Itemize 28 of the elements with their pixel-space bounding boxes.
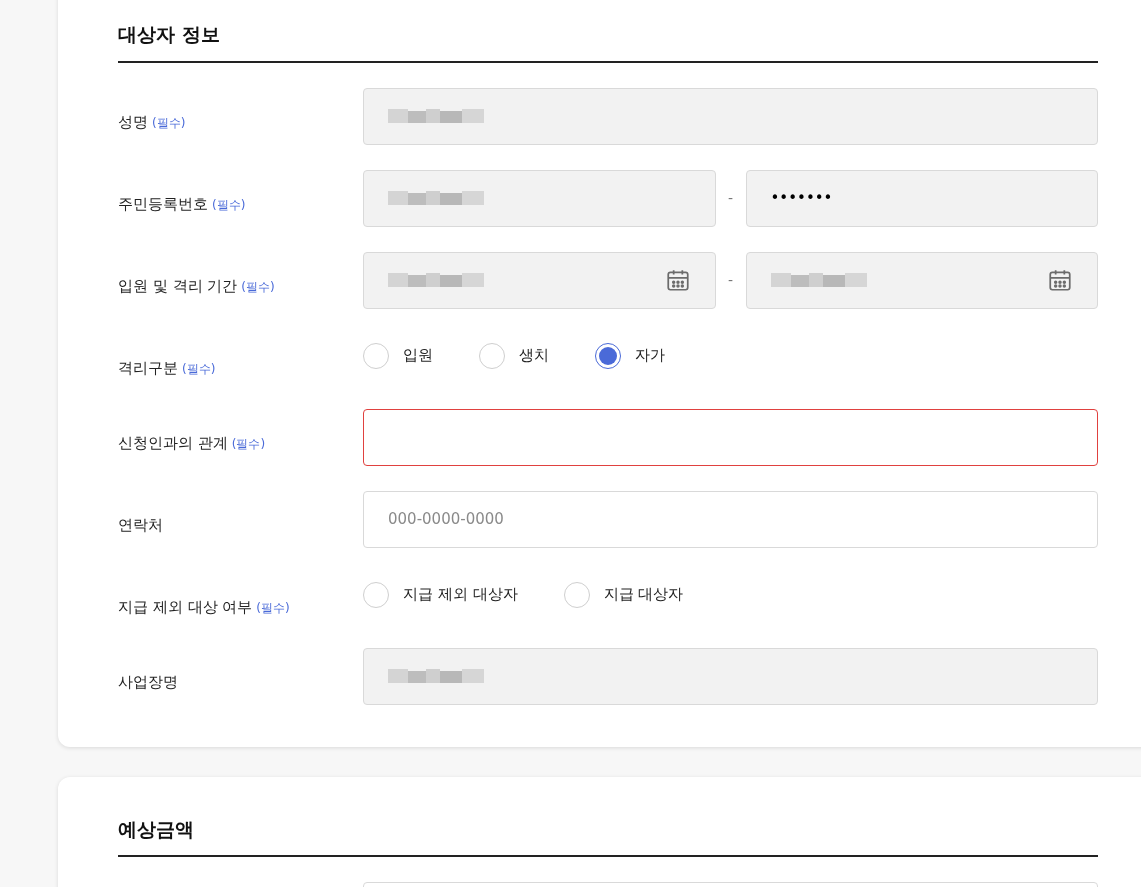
radio-label: 입원 [403,345,433,367]
required-mark: (필수) [241,280,275,294]
field-label: 격리구분 [118,358,178,377]
field-label: 사업장명 [118,673,178,691]
required-mark: (필수) [182,361,216,376]
field-label: 주민등록번호 [118,195,208,213]
radio-label: 자가 [635,345,665,367]
field-label: 신청인과의 관계 [118,434,228,452]
radio-label: 지급 제외 대상자 [403,584,518,606]
required-mark: (필수) [256,600,290,615]
field-label: 성명 [118,113,148,131]
field-label: 입원 및 격리 기간 [118,277,238,295]
field-placeholder: 000-0000-0000 [388,508,504,530]
input-field[interactable]: 000-0000-0000 [363,490,1098,548]
section-title: 예상금액 [118,817,194,840]
field-label: 연락처 [118,516,163,534]
section-title: 대상자 정보 [118,23,220,45]
separator-dash: - [726,270,735,290]
input-field[interactable] [363,408,1098,466]
separator-dash: - [726,188,735,208]
radio-label: 생치 [519,345,549,367]
field-value: ••••••• [770,187,833,209]
field-label: 지급 제외 대상 여부 [118,597,253,616]
required-mark: (필수) [152,116,186,130]
required-mark: (필수) [231,437,266,451]
required-mark: (필수) [212,198,246,212]
radio-button[interactable] [595,342,621,369]
radio-label: 지급 대상자 [603,584,684,606]
